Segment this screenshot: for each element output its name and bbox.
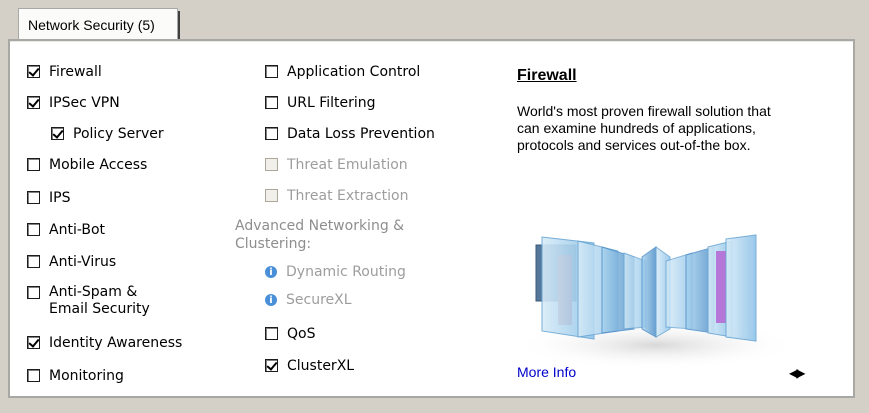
ipsec-vpn-checkbox[interactable] bbox=[27, 96, 40, 109]
data-loss-prevention-label: Data Loss Prevention bbox=[287, 126, 435, 142]
clusterxl-checkbox[interactable] bbox=[265, 359, 278, 372]
policy-server-label: Policy Server bbox=[73, 126, 164, 142]
dynamic-routing-label: Dynamic Routing bbox=[286, 264, 406, 280]
policy-server-checkbox[interactable] bbox=[51, 127, 64, 140]
application-control-checkbox[interactable] bbox=[265, 65, 278, 78]
monitoring-checkbox[interactable] bbox=[27, 369, 40, 382]
url-filtering-label: URL Filtering bbox=[287, 95, 376, 111]
ipsec-vpn-label: IPSec VPN bbox=[49, 95, 120, 111]
checkbox-item-ipsec-vpn[interactable]: IPSec VPN bbox=[27, 94, 120, 114]
firewall-checkbox[interactable] bbox=[27, 65, 40, 78]
url-filtering-checkbox[interactable] bbox=[265, 96, 278, 109]
checkbox-item-threat-extraction: Threat Extraction bbox=[265, 187, 408, 207]
checkbox-item-ips[interactable]: IPS bbox=[27, 189, 70, 209]
checkbox-item-threat-emulation: Threat Emulation bbox=[265, 156, 408, 176]
checkbox-item-policy-server[interactable]: Policy Server bbox=[51, 125, 164, 145]
advanced-networking-heading: Advanced Networking & Clustering: bbox=[235, 218, 405, 252]
left-right-arrows-icon[interactable]: ◀▶ bbox=[789, 366, 806, 380]
anti-bot-label: Anti-Bot bbox=[49, 222, 106, 238]
threat-extraction-checkbox bbox=[265, 189, 278, 202]
threat-emulation-label: Threat Emulation bbox=[287, 157, 408, 173]
mobile-access-label: Mobile Access bbox=[49, 157, 148, 173]
info-icon[interactable]: i bbox=[265, 266, 277, 278]
tab-label: Network Security (5) bbox=[28, 17, 155, 33]
tab-network-security[interactable]: Network Security (5) bbox=[18, 8, 180, 41]
checkbox-item-monitoring[interactable]: Monitoring bbox=[27, 367, 124, 387]
identity-awareness-checkbox[interactable] bbox=[27, 336, 40, 349]
more-info-link[interactable]: More Info bbox=[517, 364, 576, 380]
application-control-label: Application Control bbox=[287, 64, 421, 80]
anti-virus-checkbox[interactable] bbox=[27, 255, 40, 268]
mobile-access-checkbox[interactable] bbox=[27, 158, 40, 171]
ips-checkbox[interactable] bbox=[27, 191, 40, 204]
network-security-panel: Firewall IPSec VPN Policy Server Mobile … bbox=[8, 39, 855, 398]
firewall-label: Firewall bbox=[49, 64, 102, 80]
checkbox-item-identity-awareness[interactable]: Identity Awareness bbox=[27, 334, 182, 354]
checkbox-item-firewall[interactable]: Firewall bbox=[27, 63, 102, 83]
firewall-illustration bbox=[511, 234, 801, 369]
ips-label: IPS bbox=[49, 190, 71, 206]
identity-awareness-label: Identity Awareness bbox=[49, 335, 183, 351]
info-item-dynamic-routing[interactable]: i Dynamic Routing bbox=[265, 263, 406, 283]
qos-label: QoS bbox=[287, 326, 316, 342]
checkbox-item-qos[interactable]: QoS bbox=[265, 325, 315, 345]
checkbox-item-clusterxl[interactable]: ClusterXL bbox=[265, 357, 354, 377]
threat-extraction-label: Threat Extraction bbox=[287, 188, 409, 204]
detail-title: Firewall bbox=[517, 67, 577, 84]
checkbox-item-application-control[interactable]: Application Control bbox=[265, 63, 420, 83]
threat-emulation-checkbox bbox=[265, 158, 278, 171]
monitoring-label: Monitoring bbox=[49, 368, 124, 384]
detail-description: World's most proven firewall solution th… bbox=[517, 103, 771, 153]
checkbox-item-mobile-access[interactable]: Mobile Access bbox=[27, 156, 147, 176]
info-icon[interactable]: i bbox=[265, 294, 277, 306]
qos-checkbox[interactable] bbox=[265, 327, 278, 340]
securexl-label: SecureXL bbox=[286, 292, 352, 308]
info-item-securexl[interactable]: i SecureXL bbox=[265, 291, 352, 311]
data-loss-prevention-checkbox[interactable] bbox=[265, 127, 278, 140]
checkbox-item-data-loss-prevention[interactable]: Data Loss Prevention bbox=[265, 125, 435, 145]
checkbox-item-anti-spam[interactable]: Anti-Spam & Email Security bbox=[27, 284, 150, 320]
anti-spam-checkbox[interactable] bbox=[27, 286, 40, 299]
checkbox-item-anti-bot[interactable]: Anti-Bot bbox=[27, 221, 105, 241]
checkbox-item-anti-virus[interactable]: Anti-Virus bbox=[27, 253, 116, 273]
anti-bot-checkbox[interactable] bbox=[27, 223, 40, 236]
anti-virus-label: Anti-Virus bbox=[49, 254, 117, 270]
clusterxl-label: ClusterXL bbox=[287, 358, 355, 374]
anti-spam-label: Anti-Spam & Email Security bbox=[49, 284, 150, 317]
checkbox-item-url-filtering[interactable]: URL Filtering bbox=[265, 94, 376, 114]
